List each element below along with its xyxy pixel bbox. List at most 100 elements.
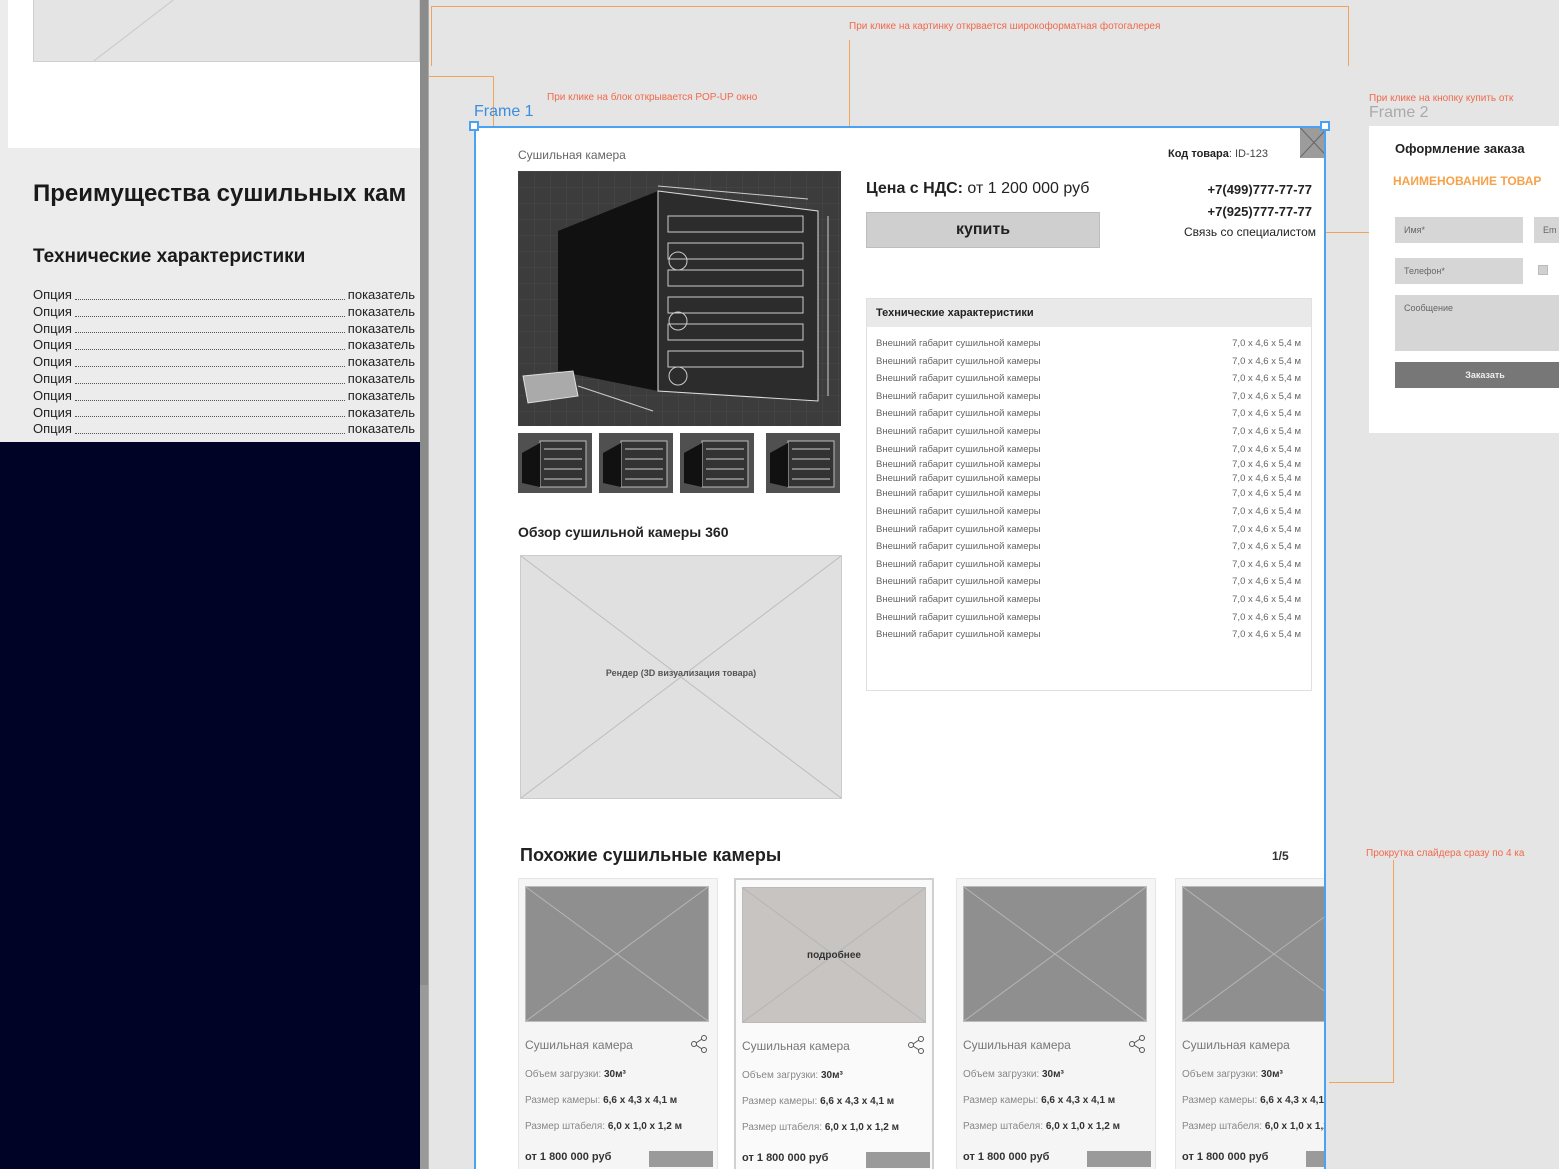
card-image[interactable] [525, 886, 709, 1022]
slider-pager: 1/5 [1272, 849, 1289, 863]
spec-label: Внешний габарит сушильной камеры [876, 390, 1041, 402]
card-volume: Объем загрузки: 30м³ [742, 1070, 843, 1081]
phone-input[interactable]: Телефон* [1395, 258, 1523, 284]
buy-button[interactable]: купить [866, 212, 1100, 248]
spec-row: Внешний габарит сушильной камеры 7,0 x 4,… [876, 335, 1301, 353]
share-icon[interactable] [906, 1035, 926, 1055]
spec-row: Внешний габарит сушильной камеры 7,0 x 4,… [876, 626, 1301, 644]
spec-row: Внешний габарит сушильной камеры 7,0 x 4,… [876, 556, 1301, 574]
thumbnail-3[interactable] [680, 433, 754, 493]
thumbnail-4[interactable] [766, 433, 840, 493]
spec-label: Внешний габарит сушильной камеры [876, 373, 1041, 385]
close-icon[interactable] [1300, 128, 1324, 158]
share-icon[interactable] [689, 1034, 709, 1054]
frame2-label[interactable]: Frame 2 [1369, 104, 1429, 122]
card-size: Размер камеры: 6,6 x 4,3 x 4,1 м [1182, 1095, 1325, 1106]
spec-label: Внешний габарит сушильной камеры [876, 472, 1041, 484]
product-card[interactable]: Сушильная камера Объем загрузки: 30м³ Разм… [956, 878, 1156, 1169]
card-price: от 1 800 000 руб [1182, 1151, 1324, 1167]
thumbnail-2[interactable] [599, 433, 673, 493]
card-size: Размер камеры: 6,6 x 4,3 x 4,1 м [742, 1096, 895, 1107]
spec-value: 7,0 x 4,6 x 5,4 м [1232, 576, 1301, 588]
resize-handle-tr[interactable] [1320, 121, 1330, 131]
card-image[interactable]: подробнее [742, 887, 926, 1023]
submit-order-button[interactable]: Заказать [1395, 362, 1559, 388]
card-title[interactable]: Сушильная камера [742, 1039, 850, 1053]
share-icon[interactable] [1127, 1034, 1147, 1054]
card-buy-button[interactable] [1306, 1151, 1324, 1167]
spec-label: Внешний габарит сушильной камеры [876, 408, 1041, 420]
spec-label: Внешний габарит сушильной камеры [876, 541, 1041, 553]
product-code: Код товара: ID-123 [1168, 148, 1269, 160]
card-stack: Размер штабеля: 6,0 x 1,0 x 1,2 м [963, 1121, 1120, 1132]
spec-label: Внешний габарит сушильной камеры [876, 576, 1041, 588]
card-price: от 1 800 000 руб [963, 1151, 1151, 1167]
render-placeholder[interactable]: Рендер (3D визуализация товара) [520, 555, 842, 799]
frame-2-order-form[interactable]: Оформление заказа НАИМЕНОВАНИЕ ТОВАР Имя… [1369, 126, 1559, 433]
product-image[interactable] [518, 171, 841, 426]
card-volume: Объем загрузки: 30м³ [525, 1069, 626, 1080]
phone-2[interactable]: +7(925)777-77-77 [1208, 204, 1312, 219]
spec-label: Внешний габарит сушильной камеры [876, 488, 1041, 500]
card-buy-button[interactable] [866, 1152, 930, 1168]
card-title[interactable]: Сушильная камера [963, 1038, 1071, 1052]
spec-label: Внешний габарит сушильной камеры [876, 443, 1041, 455]
spec-label: Внешний габарит сушильной камеры [876, 593, 1041, 605]
design-canvas[interactable]: При клике на картинку открвается широкоф… [428, 0, 1559, 1169]
price: Цена с НДС: от 1 200 000 руб [866, 180, 1090, 197]
card-image[interactable] [1182, 886, 1324, 1022]
name-input[interactable]: Имя* [1395, 217, 1523, 243]
card-buy-button[interactable] [1087, 1151, 1151, 1167]
image-placeholder [33, 0, 420, 62]
product-card[interactable]: подробнее Сушильная камера Объем загрузки:… [734, 878, 934, 1169]
spec-row: Внешний габарит сушильной камеры 7,0 x 4,… [876, 370, 1301, 388]
card-price: от 1 800 000 руб [525, 1151, 713, 1167]
card-title[interactable]: Сушильная камера [525, 1038, 633, 1052]
option-row: Опция показатель [33, 287, 415, 302]
spec-row: Внешний габарит сушильной камеры 7,0 x 4,… [876, 485, 1301, 503]
resize-handle-tl[interactable] [469, 121, 479, 131]
message-input[interactable]: Сообщение [1395, 295, 1559, 351]
frame-1[interactable]: Сушильная камера Код товара: ID-123 Обзо… [474, 126, 1326, 1169]
consent-checkbox[interactable] [1538, 265, 1548, 275]
popup-annotation: При клике на блок открывается POP-UP окн… [547, 92, 758, 103]
spec-label: Внешний габарит сушильной камеры [876, 629, 1041, 641]
card-buy-button[interactable] [649, 1151, 713, 1167]
spec-label: Внешний габарит сушильной камеры [876, 355, 1041, 367]
spec-value: 7,0 x 4,6 x 5,4 м [1232, 373, 1301, 385]
specs-block: Технические характеристики Внешний габар… [866, 298, 1312, 691]
product-card[interactable]: Сушильная камера Объем загрузки: 30м³ Разм… [518, 878, 718, 1169]
spec-value: 7,0 x 4,6 x 5,4 м [1232, 459, 1301, 471]
thumbnail-1[interactable] [518, 433, 592, 493]
spec-row: Внешний габарит сушильной камеры 7,0 x 4,… [876, 458, 1301, 472]
spec-row: Внешний габарит сушильной камеры 7,0 x 4,… [876, 423, 1301, 441]
spec-label: Внешний габарит сушильной камеры [876, 523, 1041, 535]
spec-value: 7,0 x 4,6 x 5,4 м [1232, 593, 1301, 605]
email-input[interactable]: Em [1534, 217, 1559, 243]
option-row: Опция показатель [33, 387, 415, 403]
buy-annotation: При клике на кнопку купить отк [1369, 93, 1514, 104]
more-link[interactable]: подробнее [743, 950, 925, 961]
spec-row: Внешний габарит сушильной камеры 7,0 x 4,… [876, 591, 1301, 609]
contact-specialist-link[interactable]: Связь со специалистом [1184, 225, 1316, 239]
similar-title: Похожие сушильные камеры [520, 845, 782, 865]
tech-specs-heading: Технические характеристики [33, 246, 306, 267]
phone-1[interactable]: +7(499)777-77-77 [1208, 182, 1312, 197]
slider-annotation: Прокрутка слайдера сразу по 4 ка [1366, 848, 1525, 859]
spec-label: Внешний габарит сушильной камеры [876, 558, 1041, 570]
option-row: Опция показатель [33, 370, 415, 386]
render-caption: Рендер (3D визуализация товара) [605, 668, 757, 678]
spec-value: 7,0 x 4,6 x 5,4 м [1232, 408, 1301, 420]
card-price: от 1 800 000 руб [742, 1152, 930, 1168]
frame1-label[interactable]: Frame 1 [474, 103, 534, 121]
review-360-title: Обзор сушильной камеры 360 [518, 524, 729, 540]
card-image[interactable] [963, 886, 1147, 1022]
gallery-connector [431, 6, 1349, 66]
spec-row: Внешний габарит сушильной камеры 7,0 x 4,… [876, 405, 1301, 423]
card-title[interactable]: Сушильная камера [1182, 1038, 1290, 1052]
background-page: Преимущества сушильных кам Технические х… [0, 0, 420, 442]
product-card[interactable]: Сушильная камера Объем загрузки: 30м³ Разм… [1175, 878, 1325, 1169]
spec-value: 7,0 x 4,6 x 5,4 м [1232, 390, 1301, 402]
card-volume: Объем загрузки: 30м³ [1182, 1069, 1283, 1080]
spec-value: 7,0 x 4,6 x 5,4 м [1232, 425, 1301, 437]
